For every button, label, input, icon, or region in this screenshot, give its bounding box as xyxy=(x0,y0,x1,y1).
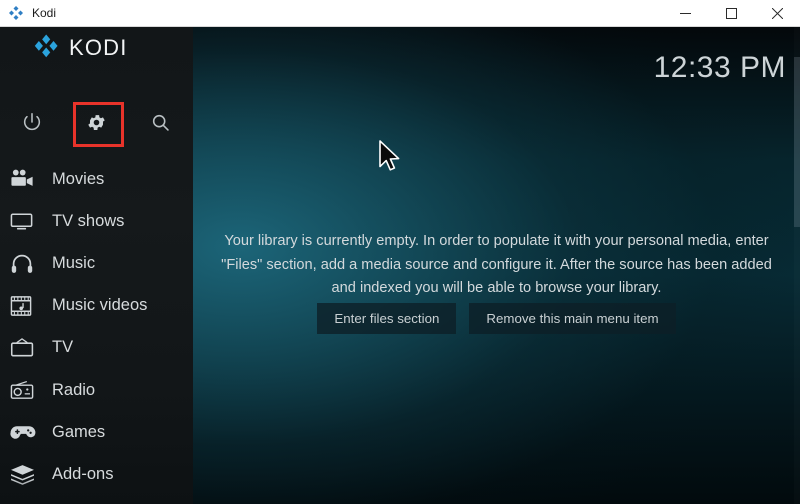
kodi-brand-logo: KODI xyxy=(34,32,128,63)
settings-button[interactable] xyxy=(64,102,128,147)
sidebar-item-label: Add-ons xyxy=(52,464,114,483)
sidebar-action-row xyxy=(0,102,193,147)
enter-files-section-button[interactable]: Enter files section xyxy=(317,303,457,334)
film-music-icon xyxy=(10,293,44,319)
headphones-icon xyxy=(10,250,44,276)
sidebar-menu: Movies TV shows Music Music videos TV Ra… xyxy=(0,158,193,504)
power-button[interactable] xyxy=(0,103,64,141)
sidebar-item-label: Music videos xyxy=(52,296,148,315)
action-button-row: Enter files section Remove this main men… xyxy=(193,303,800,334)
close-button[interactable] xyxy=(754,0,800,27)
window-title: Kodi xyxy=(32,6,57,20)
sidebar-item-pictures[interactable]: Pictures xyxy=(0,496,193,504)
sidebar-item-music[interactable]: Music xyxy=(0,242,193,284)
kodi-window: Kodi 12:33 PM Your library is currently … xyxy=(0,0,800,504)
search-icon xyxy=(150,112,171,133)
sidebar-item-tv[interactable]: TV xyxy=(0,327,193,369)
arrow-pointer-cursor xyxy=(378,140,404,174)
maximize-button[interactable] xyxy=(708,0,754,27)
minimize-button[interactable] xyxy=(662,0,708,27)
television-icon xyxy=(10,335,44,361)
addons-box-icon xyxy=(10,461,44,487)
remove-main-menu-item-button[interactable]: Remove this main menu item xyxy=(469,303,676,334)
empty-library-message: Your library is currently empty. In orde… xyxy=(221,233,772,296)
radio-icon xyxy=(10,377,44,403)
kodi-diamond-logo-icon xyxy=(34,32,60,63)
sidebar-item-movies[interactable]: Movies xyxy=(0,158,193,200)
sidebar-item-label: Movies xyxy=(52,169,105,188)
sidebar-item-add-ons[interactable]: Add-ons xyxy=(0,453,193,495)
sidebar-item-music-videos[interactable]: Music videos xyxy=(0,285,193,327)
main-content: Your library is currently empty. In orde… xyxy=(193,27,800,504)
gear-icon xyxy=(86,112,107,133)
sidebar-item-label: Radio xyxy=(52,380,96,399)
content-scrollbar-track[interactable] xyxy=(794,27,800,504)
sidebar-item-label: TV shows xyxy=(52,211,125,230)
sidebar: KODI Movies TV shows Music Music videos … xyxy=(0,27,193,504)
window-controls xyxy=(662,0,800,27)
kodi-wordmark: KODI xyxy=(69,34,128,60)
sidebar-item-label: TV xyxy=(52,338,74,357)
movie-camera-icon xyxy=(10,166,44,192)
power-icon xyxy=(21,111,43,133)
gamepad-icon xyxy=(10,419,44,445)
sidebar-item-tv-shows[interactable]: TV shows xyxy=(0,200,193,242)
search-button[interactable] xyxy=(129,103,193,141)
kodi-app-surface: 12:33 PM Your library is currently empty… xyxy=(0,27,800,504)
content-scrollbar-thumb[interactable] xyxy=(794,57,800,227)
window-titlebar: Kodi xyxy=(0,0,800,27)
sidebar-item-radio[interactable]: Radio xyxy=(0,369,193,411)
monitor-icon xyxy=(10,208,44,234)
sidebar-item-label: Music xyxy=(52,253,96,272)
kodi-logo-icon xyxy=(8,5,24,21)
sidebar-item-games[interactable]: Games xyxy=(0,411,193,453)
sidebar-item-label: Games xyxy=(52,422,106,441)
